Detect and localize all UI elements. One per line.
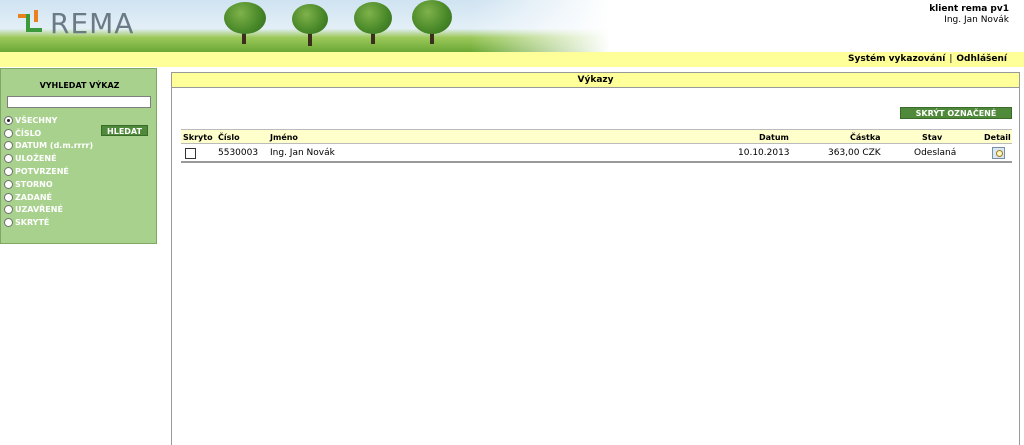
filter-option-cislo[interactable]: ČÍSLO <box>4 127 93 140</box>
filter-label: VŠECHNY <box>15 115 58 125</box>
filter-option-datum[interactable]: DATUM (d.m.rrrr) <box>4 140 93 153</box>
filter-option-uzavrene[interactable]: UZAVŘENÉ <box>4 204 93 217</box>
cell-status: Odeslaná <box>914 148 957 158</box>
hide-checkbox[interactable] <box>185 148 196 159</box>
filter-label: ULOŽENÉ <box>15 154 57 164</box>
col-amount[interactable]: Částka <box>850 130 881 145</box>
tree-illustration <box>222 2 268 46</box>
col-date[interactable]: Datum <box>759 130 789 145</box>
filter-radio-group: VŠECHNY ČÍSLO DATUM (d.m.rrrr) ULOŽENÉ P… <box>4 114 93 229</box>
user-name: Ing. Jan Novák <box>944 15 1009 25</box>
radio-icon[interactable] <box>4 154 13 164</box>
col-hidden[interactable]: Skryto <box>183 130 213 145</box>
radio-icon[interactable] <box>4 192 13 202</box>
user-info: klient rema pv1 Ing. Jan Novák <box>929 4 1009 26</box>
cell-name: Ing. Jan Novák <box>270 148 335 158</box>
search-sidebar: VYHLEDAT VÝKAZ VŠECHNY ČÍSLO DATUM (d.m.… <box>0 68 157 244</box>
client-name: klient rema pv1 <box>929 4 1009 14</box>
radio-icon[interactable] <box>4 205 13 215</box>
radio-selected-icon[interactable] <box>4 115 13 125</box>
tree-illustration <box>352 2 394 46</box>
table-header: Skryto Číslo Jméno Datum Částka Stav Det… <box>181 129 1012 144</box>
search-input[interactable] <box>7 96 151 108</box>
filter-option-ulozene[interactable]: ULOŽENÉ <box>4 152 93 165</box>
nav-separator: | <box>949 54 953 64</box>
filter-option-vsechny[interactable]: VŠECHNY <box>4 114 93 127</box>
filter-option-zadane[interactable]: ZADANÉ <box>4 191 93 204</box>
filter-label: DATUM (d.m.rrrr) <box>15 141 94 151</box>
cell-amount: 363,00 CZK <box>828 148 881 158</box>
col-name[interactable]: Jméno <box>270 130 298 145</box>
magnifier-document-icon[interactable] <box>992 147 1005 159</box>
reports-table: Skryto Číslo Jméno Datum Částka Stav Det… <box>181 129 1012 163</box>
radio-icon[interactable] <box>4 128 13 138</box>
rema-logo-icon <box>18 10 44 36</box>
hide-selected-button[interactable]: SKRÝT OZNAČENÉ <box>900 107 1012 119</box>
filter-option-skryte[interactable]: SKRYTÉ <box>4 216 93 229</box>
filter-option-potvrzene[interactable]: POTVRZENÉ <box>4 165 93 178</box>
col-status[interactable]: Stav <box>922 130 942 145</box>
col-detail[interactable]: Detail <box>984 130 1011 145</box>
filter-label: ZADANÉ <box>15 192 52 202</box>
filter-label: SKRYTÉ <box>15 218 50 228</box>
table-row: 5530003 Ing. Jan Novák 10.10.2013 363,00… <box>181 144 1012 163</box>
panel-title: Výkazy <box>172 73 1019 88</box>
radio-icon[interactable] <box>4 141 13 151</box>
logo[interactable]: REMA <box>18 6 134 40</box>
filter-option-storno[interactable]: STORNO <box>4 178 93 191</box>
reports-panel: Výkazy SKRÝT OZNAČENÉ Skryto Číslo Jméno… <box>171 72 1020 445</box>
logout-link[interactable]: Odhlášení <box>956 54 1007 64</box>
header: REMA klient rema pv1 Ing. Jan Novák <box>0 0 1024 52</box>
top-nav: Systém vykazování | Odhlášení <box>848 54 1007 64</box>
col-number[interactable]: Číslo <box>218 130 240 145</box>
filter-label: ČÍSLO <box>15 128 42 138</box>
cell-number: 5530003 <box>218 148 259 158</box>
cell-date: 10.10.2013 <box>738 148 790 158</box>
filter-label: UZAVŘENÉ <box>15 205 63 215</box>
sidebar-title: VYHLEDAT VÝKAZ <box>39 81 120 90</box>
radio-icon[interactable] <box>4 218 13 228</box>
tree-illustration <box>290 4 330 46</box>
radio-icon[interactable] <box>4 167 13 177</box>
system-link[interactable]: Systém vykazování <box>848 54 945 64</box>
tree-illustration <box>410 0 454 46</box>
logo-text: REMA <box>50 6 135 40</box>
search-button[interactable]: HLEDAT <box>101 125 148 136</box>
filter-label: POTVRZENÉ <box>15 167 69 177</box>
radio-icon[interactable] <box>4 179 13 189</box>
header-banner: REMA <box>0 0 610 52</box>
filter-label: STORNO <box>15 179 53 189</box>
